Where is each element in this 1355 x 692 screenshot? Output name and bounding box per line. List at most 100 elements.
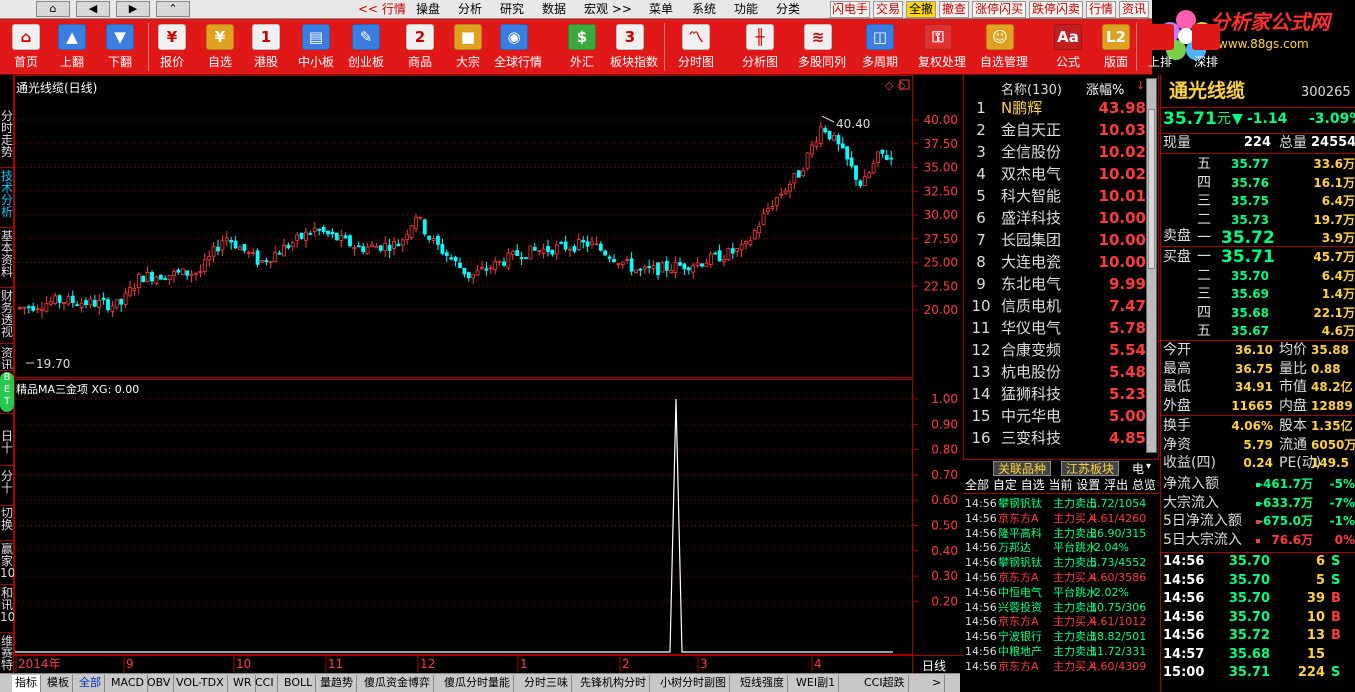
candle-body (361, 246, 366, 253)
quick-dieting[interactable]: 跌停闪卖 (1029, 1, 1083, 18)
toolbar-deep-row-button[interactable]: 深排 (1186, 19, 1226, 75)
indicator-tab[interactable]: 傻瓜分时量能 (441, 675, 514, 692)
flow-row[interactable]: 14:56 京东方A 主力买入 4.60/3586 (963, 570, 1159, 585)
candle-body (194, 272, 198, 275)
rank-header-name[interactable]: 名称(130) (1001, 79, 1062, 98)
rank-stock-name: N鹏辉 (1001, 99, 1043, 117)
candle-body (845, 146, 850, 160)
flow-row[interactable]: 14:56 京东方A 主力买入 4.60/4309 (963, 659, 1159, 674)
flow-row[interactable]: 14:56 宁波银行 主力卖出 18.82/501 (963, 629, 1159, 644)
tab-related[interactable]: 关联品种 (993, 461, 1052, 476)
tick-volume: 6 (1315, 554, 1325, 569)
toolbar-top-row-button[interactable]: 上排 (1140, 19, 1180, 75)
indicator-tab[interactable]: 指标 (12, 675, 41, 692)
rank-row[interactable]: 10 信质电机 7.47 (964, 295, 1146, 317)
toolbar-layout-button[interactable]: L2 版面 (1096, 19, 1136, 75)
rank-scroll-thumb[interactable] (1148, 109, 1155, 269)
tab-jiangsu[interactable]: 江苏板块 (1061, 461, 1120, 476)
candle-body (656, 262, 660, 276)
rank-row[interactable]: 3 全信股份 10.02 (964, 141, 1146, 163)
flow-row[interactable]: 14:56 兴蓉投资 主力卖出 10.75/306 (963, 600, 1159, 615)
indicator-tab[interactable]: WEI副1 (793, 675, 840, 692)
indicator-tab[interactable]: 分时三味 (521, 675, 572, 692)
flow-stock: 万邦达 (998, 541, 1031, 555)
tick-direction: B (1331, 628, 1341, 643)
rank-row[interactable]: 6 盛洋科技 10.00 (964, 207, 1146, 229)
level-price: 35.68 (1231, 305, 1269, 320)
flow-row[interactable]: 14:56 京东方A 主力买入 4.61/1012 (963, 614, 1159, 629)
flow-row[interactable]: 14:56 攀钢钒钛 主力卖出 5.72/1054 (963, 496, 1159, 511)
toolbar-formula-button[interactable]: Aa 公式 (1048, 19, 1088, 75)
candle-body (409, 225, 414, 238)
candle-body (119, 298, 124, 305)
rank-header-pct[interactable]: 涨幅% (1086, 79, 1124, 98)
period-label[interactable]: 日线 (922, 657, 946, 674)
flow-row[interactable]: 14:56 中粮地产 主力卖出 11.72/331 (963, 644, 1159, 659)
rank-row[interactable]: 9 东北电气 9.99 (964, 273, 1146, 295)
candle-body (40, 308, 44, 311)
candle-body (805, 152, 810, 169)
candle-body (726, 248, 731, 261)
candle-body (321, 227, 326, 233)
candle-body (268, 260, 273, 263)
flow-row[interactable]: 14:56 中恒电气 平台跳水 -2.02% (963, 585, 1159, 600)
rank-row[interactable]: 15 中元华电 5.00 (964, 405, 1146, 427)
sort-down-icon[interactable]: ↓ (1136, 79, 1145, 92)
indicator-tab[interactable]: OBV (144, 675, 175, 692)
rank-row[interactable]: 2 金自天正 10.03 (964, 119, 1146, 141)
flow-row[interactable]: 14:56 隆平高科 主力卖出 26.90/315 (963, 526, 1159, 541)
quick-zhangting[interactable]: 涨停闪买 (972, 1, 1026, 18)
toolbar-user-button[interactable]: ☺ 自选管理 (980, 19, 1028, 75)
rank-stock-name: 合康变频 (1001, 341, 1062, 359)
flow-row[interactable]: 14:56 万邦达 平台跳水 -2.04% (963, 540, 1159, 555)
indicator-tab[interactable]: 模板 (44, 675, 73, 692)
indicator-tab[interactable]: 先锋机构分时 (577, 675, 650, 692)
rank-row[interactable]: 7 长园集团 10.00 (964, 229, 1146, 251)
rank-row[interactable]: 8 大连电瓷 10.00 (964, 251, 1146, 273)
rank-scrollbar[interactable] (1146, 78, 1157, 453)
rank-row[interactable]: 16 三变科技 4.85 (964, 427, 1146, 449)
rank-stock-name: 三变科技 (1001, 429, 1062, 447)
month-label: 12 (420, 657, 435, 671)
candle-body (348, 235, 352, 247)
candle-body (123, 292, 128, 305)
candle-body (620, 261, 625, 265)
rank-row[interactable]: 11 华仪电气 5.78 (964, 317, 1146, 339)
rank-pct: 4.85 (1108, 429, 1146, 447)
indicator-tab[interactable]: 傻瓜资金博弈 (361, 675, 434, 692)
rank-no: 2 (976, 121, 986, 139)
stat-label: 流通 (1279, 436, 1307, 453)
rank-row[interactable]: 1 N鹏辉 43.98 (964, 97, 1146, 119)
tick-price: 35.70 (1228, 572, 1270, 588)
indicator-tab[interactable]: CCI超跌 (861, 675, 909, 692)
indicator-tab[interactable]: BOLL (281, 675, 317, 692)
flow-row[interactable]: 14:56 攀钢钒钛 主力卖出 5.73/4552 (963, 555, 1159, 570)
indicator-tab[interactable]: 小树分时副图 (657, 675, 730, 692)
indicator-tab[interactable]: > (929, 675, 946, 692)
rank-pct: 10.00 (1098, 253, 1146, 271)
indicator-tab[interactable]: 短线强度 (737, 675, 788, 692)
quick-hangqing[interactable]: 行情 (1086, 1, 1116, 18)
quick-zixun[interactable]: 资讯 (1119, 1, 1149, 18)
tabs-more-icon[interactable]: ▾ (1146, 461, 1151, 472)
rank-row[interactable]: 12 合康变频 5.54 (964, 339, 1146, 361)
stat-value: 0.88 (1311, 361, 1341, 376)
candle-body (260, 260, 264, 263)
candle-body (766, 208, 770, 213)
indicator-tab[interactable]: MACD (108, 675, 148, 692)
rank-row[interactable]: 13 杭电股份 5.48 (964, 361, 1146, 383)
kline-chart[interactable]: 40.00 37.50 35.00 32.50 30.00 27.50 25.00 22.50… (0, 0, 963, 673)
flow-row[interactable]: 14:56 京东方A 主力买入 4.61/4260 (963, 511, 1159, 526)
rank-row[interactable]: 5 科大智能 10.01 (964, 185, 1146, 207)
rank-row[interactable]: 4 双杰电气 10.02 (964, 163, 1146, 185)
candle-body (356, 245, 361, 248)
indicator-tab[interactable]: 量趋势 (317, 675, 357, 692)
flow-filter-bar[interactable]: 全部 自定 自选 当前 设置 浮出 总览 (963, 476, 1159, 494)
indicator-tab[interactable]: VOL-TDX (173, 675, 228, 692)
candle-body (876, 151, 880, 163)
indicator-tab[interactable]: CCI (252, 675, 278, 692)
candle-body (554, 244, 559, 255)
indicator-tab[interactable]: 全部 (76, 675, 105, 692)
candle-body (422, 219, 427, 235)
rank-row[interactable]: 14 猛狮科技 5.23 (964, 383, 1146, 405)
